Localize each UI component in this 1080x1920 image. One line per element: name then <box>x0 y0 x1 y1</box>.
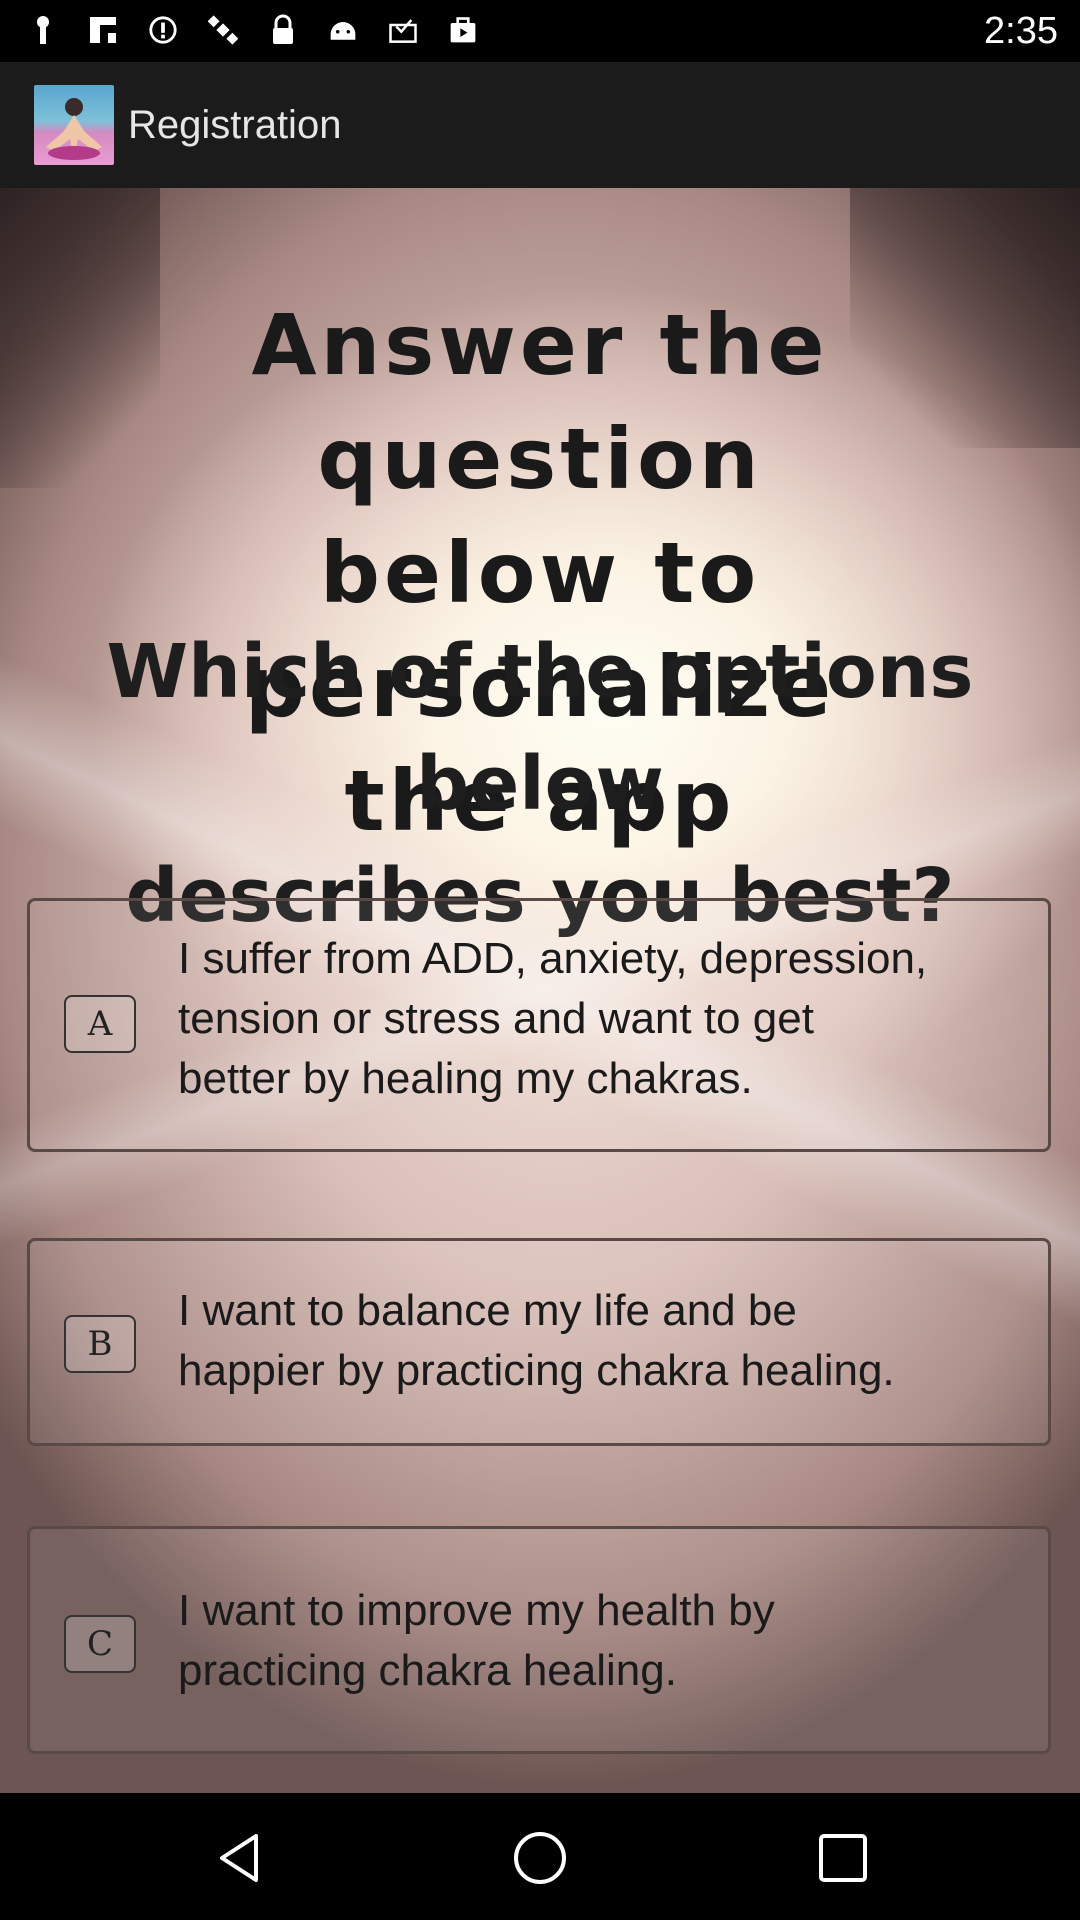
option-text-line: I want to improve my health by <box>178 1586 775 1635</box>
option-text-line: I want to balance my life and be <box>178 1286 797 1335</box>
option-b-text: I want to balance my life and be happier… <box>178 1281 1008 1401</box>
inbox-icon <box>388 12 418 48</box>
option-b-button[interactable]: B I want to balance my life and be happi… <box>27 1238 1051 1446</box>
option-c-button[interactable]: C I want to improve my health by practic… <box>27 1526 1051 1754</box>
home-icon[interactable] <box>505 1823 575 1893</box>
flipboard-icon <box>88 12 118 48</box>
option-c-text: I want to improve my health by practicin… <box>178 1581 1008 1701</box>
back-icon[interactable] <box>205 1823 275 1893</box>
status-time: 2:35 <box>984 10 1058 52</box>
headline-line: Answer the question <box>251 296 829 508</box>
option-a-button[interactable]: A I suffer from ADD, anxiety, depression… <box>27 898 1051 1152</box>
option-text-line: practicing chakra healing. <box>178 1646 677 1695</box>
alert-icon <box>148 12 178 48</box>
option-text-line: tension or stress and want to get <box>178 994 814 1043</box>
option-a-text: I suffer from ADD, anxiety, depression, … <box>178 929 1008 1109</box>
navigation-bar <box>0 1793 1080 1920</box>
option-a-letter: A <box>64 995 136 1053</box>
app-bar: Registration <box>0 62 1080 188</box>
content-area: Answer the question below to personalize… <box>0 188 1080 1793</box>
app-title: Registration <box>128 102 342 147</box>
question-line: Which of the options below <box>106 629 974 827</box>
option-text-line: happier by practicing chakra healing. <box>178 1346 895 1395</box>
lock-icon <box>268 12 298 48</box>
android-icon <box>328 12 358 48</box>
status-icons <box>28 12 478 48</box>
option-b-letter: B <box>64 1315 136 1373</box>
notification-icon <box>28 12 58 48</box>
satellite-icon <box>208 12 238 48</box>
app-logo[interactable] <box>34 85 114 165</box>
option-c-letter: C <box>64 1615 136 1673</box>
option-text-line: I suffer from ADD, anxiety, depression, <box>178 934 928 983</box>
bag-icon <box>448 12 478 48</box>
option-text-line: better by healing my chakras. <box>178 1054 753 1103</box>
status-bar: 2:35 <box>0 0 1080 62</box>
recents-icon[interactable] <box>808 1823 878 1893</box>
